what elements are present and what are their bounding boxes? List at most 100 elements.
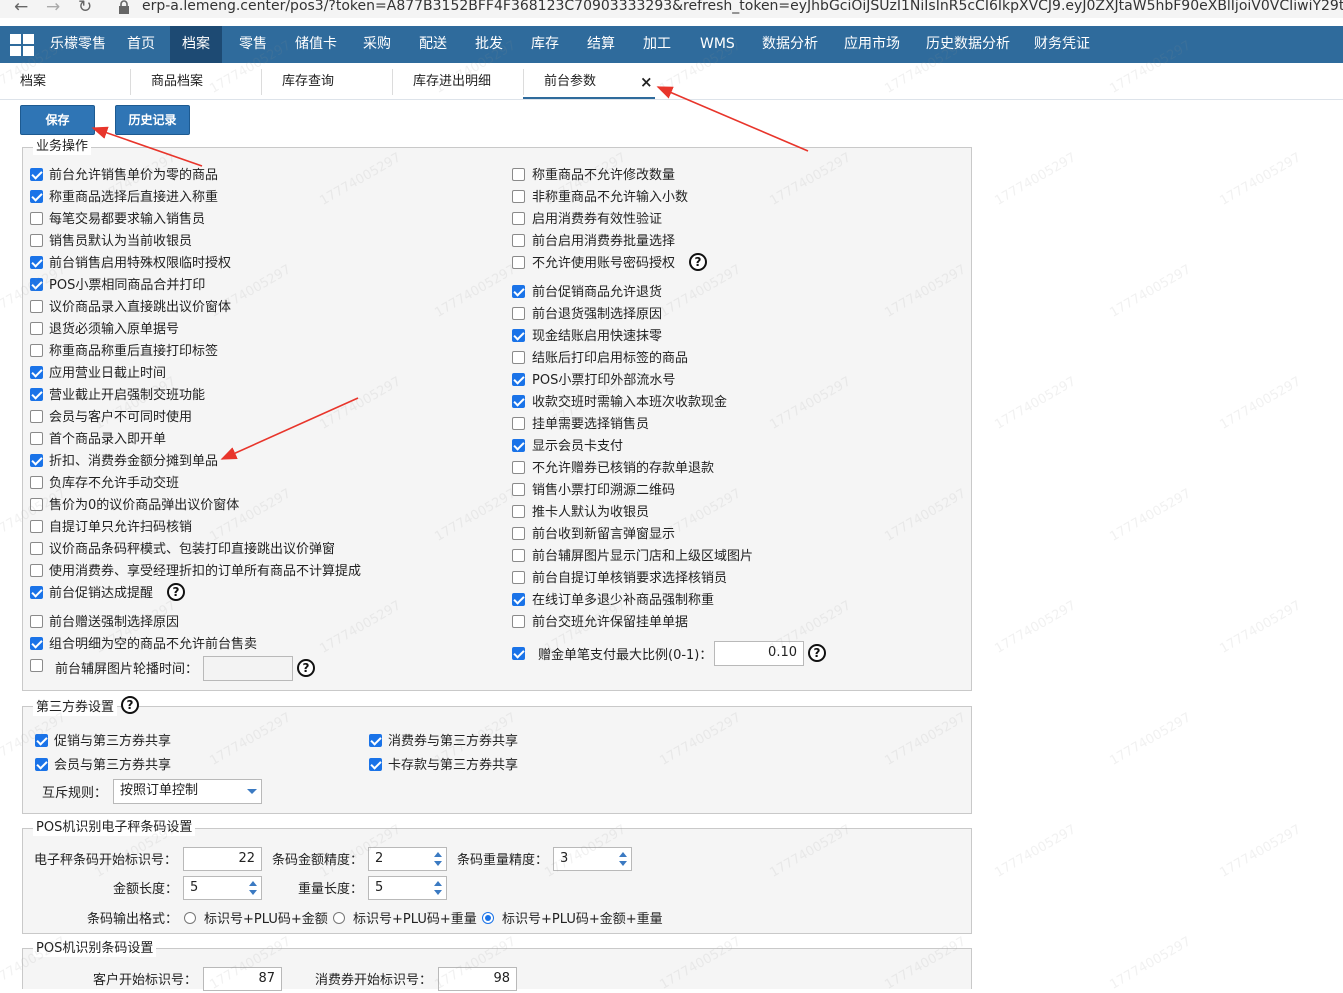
business-checkbox[interactable] bbox=[30, 564, 43, 577]
business-checkbox[interactable] bbox=[512, 373, 525, 386]
stepper-arrows-icon[interactable] bbox=[247, 877, 259, 899]
lock-icon[interactable] bbox=[118, 0, 130, 14]
forward-icon[interactable]: → bbox=[46, 0, 60, 17]
top-nav-item[interactable]: 库存 bbox=[531, 26, 559, 63]
business-checkbox[interactable] bbox=[30, 520, 43, 533]
business-checkbox[interactable] bbox=[30, 344, 43, 357]
top-nav-item[interactable]: WMS bbox=[700, 26, 735, 63]
third-party-checkbox[interactable] bbox=[35, 758, 48, 771]
url-field[interactable]: erp-a.lemeng.center/pos3/?token=A877B315… bbox=[142, 0, 1343, 14]
amount-length-stepper[interactable]: 5 bbox=[183, 876, 262, 900]
third-party-help-icon[interactable]: ? bbox=[121, 696, 139, 714]
mutex-rule-select[interactable]: 按照订单控制 bbox=[113, 779, 262, 804]
top-nav-item[interactable]: 历史数据分析 bbox=[926, 26, 1010, 63]
business-checkbox[interactable] bbox=[512, 417, 525, 430]
tab-item[interactable]: 档案 bbox=[20, 63, 46, 99]
business-checkbox[interactable] bbox=[512, 329, 525, 342]
save-button[interactable]: 保存 bbox=[20, 105, 95, 135]
weight-precision-stepper[interactable]: 3 bbox=[553, 847, 632, 871]
stepper-arrows-icon[interactable] bbox=[617, 848, 629, 870]
business-checkbox[interactable] bbox=[512, 234, 525, 247]
top-nav-item[interactable]: 数据分析 bbox=[762, 26, 818, 63]
business-checkbox[interactable] bbox=[512, 212, 525, 225]
tab-item[interactable]: 商品档案 bbox=[151, 63, 203, 99]
customer-start-input[interactable]: 87 bbox=[203, 967, 282, 991]
app-grid-logo-icon[interactable] bbox=[10, 34, 34, 56]
business-checkbox[interactable] bbox=[30, 278, 43, 291]
business-checkbox[interactable] bbox=[512, 571, 525, 584]
help-icon[interactable]: ? bbox=[167, 583, 185, 601]
carousel-checkbox[interactable] bbox=[30, 659, 43, 672]
business-checkbox[interactable] bbox=[30, 168, 43, 181]
business-checkbox[interactable] bbox=[30, 300, 43, 313]
business-checkbox[interactable] bbox=[30, 615, 43, 628]
tab-item[interactable]: 前台参数 bbox=[544, 63, 596, 99]
third-party-checkbox[interactable] bbox=[369, 734, 382, 747]
business-checkbox[interactable] bbox=[512, 615, 525, 628]
scale-start-input[interactable]: 22 bbox=[183, 847, 262, 871]
top-nav-item[interactable]: 采购 bbox=[363, 26, 391, 63]
output-format-radio[interactable] bbox=[184, 912, 196, 924]
third-party-checkbox[interactable] bbox=[369, 758, 382, 771]
history-button[interactable]: 历史记录 bbox=[115, 105, 190, 135]
business-checkbox[interactable] bbox=[30, 454, 43, 467]
top-nav-item[interactable]: 配送 bbox=[419, 26, 447, 63]
business-checkbox[interactable] bbox=[512, 168, 525, 181]
business-checkbox[interactable] bbox=[30, 637, 43, 650]
business-checkbox[interactable] bbox=[512, 190, 525, 203]
carousel-time-input[interactable] bbox=[203, 656, 293, 681]
weight-length-stepper[interactable]: 5 bbox=[368, 876, 447, 900]
top-nav-item[interactable]: 加工 bbox=[643, 26, 671, 63]
top-nav-item[interactable]: 乐檬零售 bbox=[50, 26, 106, 63]
business-checkbox[interactable] bbox=[30, 432, 43, 445]
business-checkbox[interactable] bbox=[30, 234, 43, 247]
business-checkbox[interactable] bbox=[30, 388, 43, 401]
business-checkbox[interactable] bbox=[30, 542, 43, 555]
business-checkbox[interactable] bbox=[512, 351, 525, 364]
help-icon[interactable]: ? bbox=[689, 253, 707, 271]
business-checkbox[interactable] bbox=[30, 212, 43, 225]
business-checkbox[interactable] bbox=[30, 498, 43, 511]
gift-ratio-input[interactable]: 0.10 bbox=[714, 641, 804, 666]
third-party-checkbox[interactable] bbox=[35, 734, 48, 747]
business-checkbox[interactable] bbox=[512, 439, 525, 452]
business-checkbox[interactable] bbox=[512, 593, 525, 606]
business-checkbox[interactable] bbox=[30, 410, 43, 423]
gift-ratio-help-icon[interactable]: ? bbox=[808, 644, 826, 662]
top-nav-item[interactable]: 档案 bbox=[170, 26, 222, 63]
tab-item[interactable]: 库存查询 bbox=[282, 63, 334, 99]
reload-icon[interactable]: ↻ bbox=[78, 0, 92, 17]
business-checkbox[interactable] bbox=[30, 586, 43, 599]
business-checkbox[interactable] bbox=[512, 527, 525, 540]
business-checkbox[interactable] bbox=[512, 256, 525, 269]
gift-ratio-checkbox[interactable] bbox=[512, 647, 525, 660]
top-nav-item[interactable]: 财务凭证 bbox=[1034, 26, 1090, 63]
top-nav-item[interactable]: 储值卡 bbox=[295, 26, 337, 63]
top-nav-item[interactable]: 批发 bbox=[475, 26, 503, 63]
back-icon[interactable]: ← bbox=[14, 0, 28, 17]
amount-precision-stepper[interactable]: 2 bbox=[368, 847, 447, 871]
business-checkbox[interactable] bbox=[512, 307, 525, 320]
close-tab-icon[interactable]: × bbox=[640, 74, 653, 90]
stepper-arrows-icon[interactable] bbox=[432, 848, 444, 870]
business-checkbox[interactable] bbox=[512, 505, 525, 518]
output-format-radio[interactable] bbox=[482, 912, 494, 924]
top-nav-item[interactable]: 应用市场 bbox=[844, 26, 900, 63]
coupon-start-input[interactable]: 98 bbox=[438, 967, 517, 991]
tab-item[interactable]: 库存进出明细 bbox=[413, 63, 491, 99]
top-nav-item[interactable]: 首页 bbox=[127, 26, 155, 63]
business-checkbox[interactable] bbox=[30, 256, 43, 269]
business-checkbox[interactable] bbox=[30, 366, 43, 379]
business-checkbox[interactable] bbox=[512, 549, 525, 562]
carousel-help-icon[interactable]: ? bbox=[297, 659, 315, 677]
business-checkbox[interactable] bbox=[512, 395, 525, 408]
business-checkbox[interactable] bbox=[30, 190, 43, 203]
stepper-arrows-icon[interactable] bbox=[432, 877, 444, 899]
business-checkbox[interactable] bbox=[30, 476, 43, 489]
business-checkbox[interactable] bbox=[512, 285, 525, 298]
top-nav-item[interactable]: 结算 bbox=[587, 26, 615, 63]
business-checkbox[interactable] bbox=[512, 461, 525, 474]
top-nav-item[interactable]: 零售 bbox=[239, 26, 267, 63]
output-format-radio[interactable] bbox=[333, 912, 345, 924]
business-checkbox[interactable] bbox=[30, 322, 43, 335]
